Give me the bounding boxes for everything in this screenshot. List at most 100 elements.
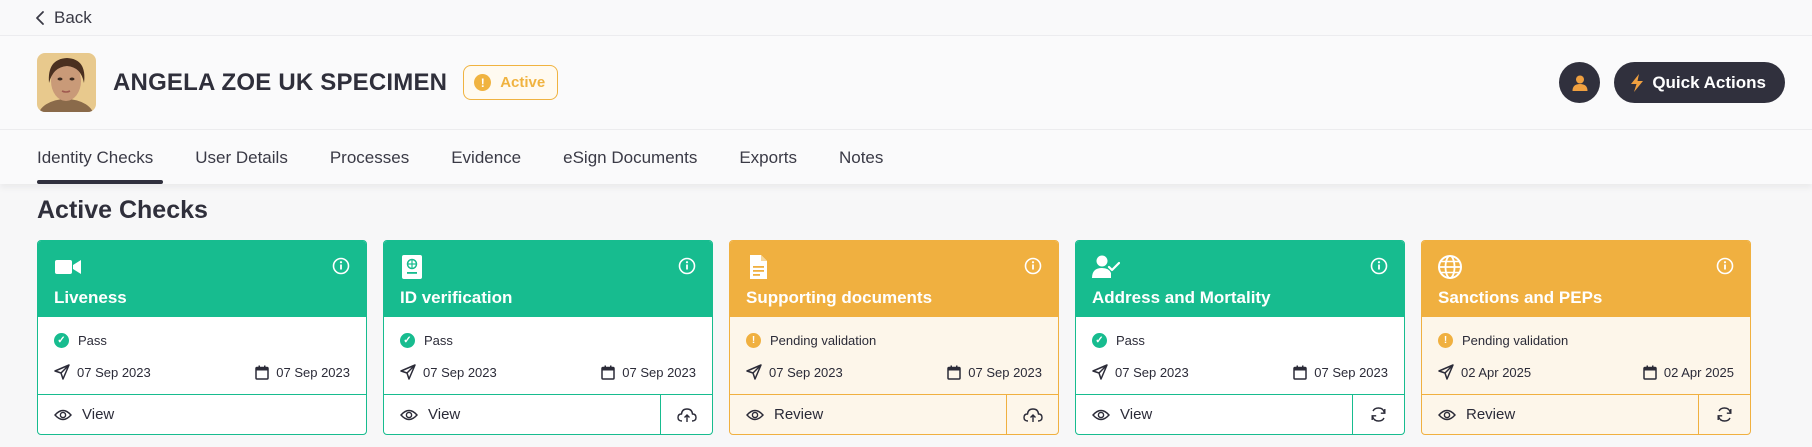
- info-icon[interactable]: [1716, 257, 1734, 275]
- checks-list: Liveness ✓ Pass 07 Sep 2023 07 Sep 2023 …: [37, 240, 1751, 435]
- status-badge: ! Active: [463, 65, 559, 100]
- document-icon: [750, 255, 767, 279]
- card-title: Supporting documents: [746, 288, 933, 307]
- exclamation-icon: !: [1438, 332, 1453, 348]
- globe-icon: [1438, 255, 1462, 279]
- card-dates: 07 Sep 2023 07 Sep 2023: [730, 350, 1058, 394]
- tab-notes[interactable]: Notes: [839, 148, 883, 184]
- view-button[interactable]: View: [384, 395, 660, 434]
- send-icon: [1438, 364, 1454, 380]
- card-actions: View: [384, 394, 712, 434]
- card-status: ! Pending validation: [1422, 317, 1750, 350]
- card-header: Supporting documents: [730, 241, 1058, 317]
- lightning-icon: [1631, 73, 1644, 92]
- calendar-date: 07 Sep 2023: [601, 365, 696, 380]
- status-text: Pending validation: [770, 332, 877, 348]
- calendar-date-text: 02 Apr 2025: [1663, 364, 1734, 380]
- tab-exports[interactable]: Exports: [739, 148, 797, 184]
- card-dates: 07 Sep 2023 07 Sep 2023: [1076, 350, 1404, 394]
- card-header: ID verification: [384, 241, 712, 317]
- check-card-address-and-mortality: Address and Mortality ✓ Pass 07 Sep 2023…: [1075, 240, 1405, 435]
- refresh-button[interactable]: [1352, 395, 1404, 434]
- card-actions: View: [1076, 394, 1404, 434]
- card-status: ✓ Pass: [38, 317, 366, 350]
- chevron-left-icon: [36, 10, 44, 25]
- refresh-button[interactable]: [1698, 395, 1750, 434]
- view-button[interactable]: View: [1076, 395, 1352, 434]
- tab-evidence[interactable]: Evidence: [451, 148, 521, 184]
- user-check-icon: [1092, 255, 1120, 278]
- status-text: Pass: [1116, 332, 1145, 348]
- sent-date: 07 Sep 2023: [1092, 364, 1189, 380]
- sent-date-text: 07 Sep 2023: [423, 364, 497, 380]
- action-label: Review: [774, 406, 824, 423]
- user-button[interactable]: [1559, 62, 1601, 103]
- exclamation-icon: !: [474, 74, 492, 91]
- card-header: Address and Mortality: [1076, 241, 1404, 317]
- sent-date: 02 Apr 2025: [1438, 364, 1531, 380]
- calendar-date: 07 Sep 2023: [947, 365, 1042, 380]
- info-icon[interactable]: [332, 257, 350, 275]
- eye-icon: [54, 409, 72, 420]
- card-dates: 07 Sep 2023 07 Sep 2023: [384, 350, 712, 394]
- profile-name: ANGELA ZOE UK SPECIMEN: [113, 68, 448, 96]
- card-title: Address and Mortality: [1092, 288, 1271, 307]
- calendar-icon: [601, 365, 616, 380]
- review-button[interactable]: Review: [730, 395, 1006, 434]
- calendar-date: 02 Apr 2025: [1643, 365, 1734, 380]
- section-title: Active Checks: [37, 196, 208, 224]
- sent-date-text: 07 Sep 2023: [77, 364, 151, 380]
- card-title: ID verification: [400, 288, 513, 307]
- view-button[interactable]: View: [38, 395, 366, 434]
- calendar-date: 07 Sep 2023: [1293, 365, 1388, 380]
- tab-bar: Identity Checks User Details Processes E…: [0, 130, 1812, 184]
- sent-date-text: 07 Sep 2023: [1115, 364, 1189, 380]
- calendar-date-text: 07 Sep 2023: [1314, 364, 1388, 380]
- info-icon[interactable]: [1370, 257, 1388, 275]
- eye-icon: [746, 409, 764, 420]
- action-label: View: [1120, 406, 1153, 423]
- upload-button[interactable]: [660, 395, 712, 434]
- eye-icon: [1092, 409, 1110, 420]
- action-label: Review: [1466, 406, 1516, 423]
- eye-icon: [400, 409, 418, 420]
- upload-cloud-icon: [676, 407, 697, 422]
- back-link[interactable]: Back: [34, 8, 92, 28]
- profile-header: ANGELA ZOE UK SPECIMEN ! Active Quick Ac…: [0, 36, 1812, 130]
- sent-date-text: 02 Apr 2025: [1461, 364, 1532, 380]
- review-button[interactable]: Review: [1422, 395, 1698, 434]
- card-title: Sanctions and PEPs: [1438, 288, 1603, 307]
- card-dates: 02 Apr 2025 02 Apr 2025: [1422, 350, 1750, 394]
- info-icon[interactable]: [1024, 257, 1042, 275]
- status-text: Pass: [78, 332, 107, 348]
- upload-button[interactable]: [1006, 395, 1058, 434]
- calendar-date: 07 Sep 2023: [255, 365, 350, 380]
- calendar-icon: [1293, 365, 1308, 380]
- card-actions: Review: [1422, 394, 1750, 434]
- tab-identity-checks[interactable]: Identity Checks: [37, 148, 164, 184]
- status-label: Active: [500, 74, 546, 91]
- calendar-icon: [1643, 365, 1657, 380]
- profile-photo: [37, 53, 96, 112]
- tab-user-details[interactable]: User Details: [195, 148, 288, 184]
- sent-date: 07 Sep 2023: [54, 364, 151, 380]
- tab-processes[interactable]: Processes: [330, 148, 409, 184]
- check-circle-icon: ✓: [400, 332, 415, 348]
- back-label: Back: [54, 7, 92, 27]
- quick-actions-label: Quick Actions: [1652, 72, 1766, 92]
- check-circle-icon: ✓: [1092, 332, 1107, 348]
- check-card-supporting-documents: Supporting documents ! Pending validatio…: [729, 240, 1059, 435]
- card-dates: 07 Sep 2023 07 Sep 2023: [38, 350, 366, 394]
- refresh-icon: [1717, 407, 1732, 422]
- tab-esign-documents[interactable]: eSign Documents: [563, 148, 697, 184]
- info-icon[interactable]: [678, 257, 696, 275]
- check-card-id-verification: ID verification ✓ Pass 07 Sep 2023 07 Se…: [383, 240, 713, 435]
- card-status: ✓ Pass: [1076, 317, 1404, 350]
- top-bar: Back: [0, 0, 1812, 36]
- quick-actions-button[interactable]: Quick Actions: [1614, 62, 1785, 103]
- send-icon: [54, 364, 70, 380]
- check-card-liveness: Liveness ✓ Pass 07 Sep 2023 07 Sep 2023 …: [37, 240, 367, 435]
- check-card-sanctions-and-peps: Sanctions and PEPs ! Pending validation …: [1421, 240, 1751, 435]
- sent-date: 07 Sep 2023: [746, 364, 843, 380]
- card-title: Liveness: [54, 288, 127, 307]
